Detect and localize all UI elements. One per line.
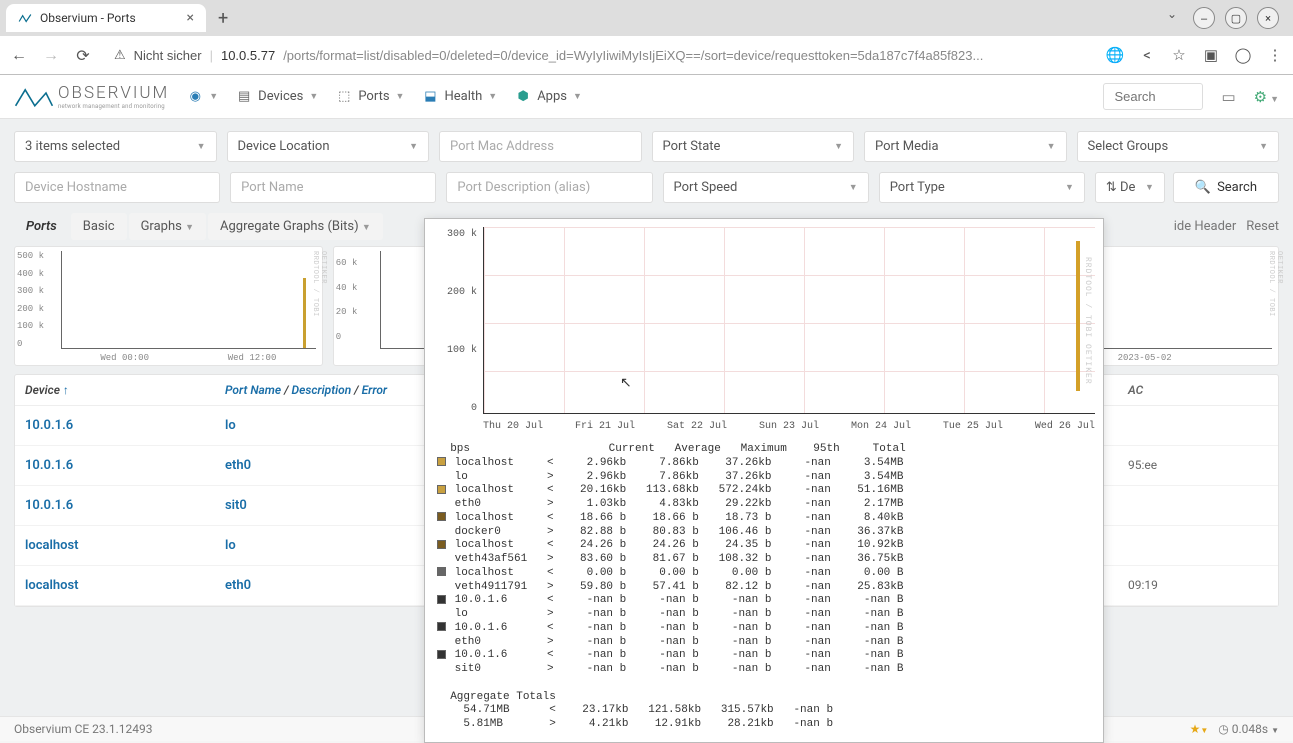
tab-ports[interactable]: Ports [14,213,69,240]
filter-devices[interactable]: 3 items selected▼ [14,131,217,162]
minimize-button[interactable]: ‒ [1193,7,1215,29]
tab-basic[interactable]: Basic [71,213,127,240]
logo-text: OBSERVIUM [58,83,169,103]
port-icon: ⬚ [336,89,352,105]
toolbar-icons: 🌐 < ☆ ▣ ◯ ⋮ [1105,46,1285,64]
timer-badge[interactable]: ◷ 0.048s ▼ [1218,722,1279,736]
rrdtool-watermark: RRDTOOL / TOBI OETIKER [311,251,320,347]
device-link[interactable]: 10.0.1.6 [25,418,73,433]
filter-mac[interactable]: Port Mac Address [439,131,642,162]
port-link[interactable]: eth0 [225,578,251,593]
forward-button[interactable]: → [40,44,62,66]
maximize-button[interactable]: ▢ [1225,7,1247,29]
filter-row-1: 3 items selected▼ Device Location▼ Port … [14,131,1279,162]
tooltip-legend: bps Current Average Maximum 95th Total l… [433,441,1095,734]
device-link[interactable]: localhost [25,538,79,553]
nav-search[interactable] [1103,83,1203,110]
search-input[interactable] [1103,83,1203,110]
device-link[interactable]: localhost [25,578,79,593]
share-icon[interactable]: < [1137,46,1157,64]
filter-sort[interactable]: ⇅ De▼ [1095,172,1165,203]
mac-cell: 95:ee [1128,458,1268,473]
rrdtool-watermark: RRDTOOL / TOBI OETIKER [1267,251,1276,347]
search-icon: 🔍 [1195,180,1211,195]
display-icon[interactable]: ▭ [1221,88,1235,106]
filter-type[interactable]: Port Type▼ [879,172,1085,203]
sort-device[interactable]: Device [25,383,60,397]
url-field[interactable]: ⚠ Nicht sicher | 10.0.5.77/ports/format=… [104,44,1095,66]
sort-icon: ⇅ [1106,180,1117,195]
observium-favicon-icon [18,11,32,25]
tab-bar: Observium - Ports × + ⌄ ‒ ▢ × [0,0,1293,36]
health-icon: ⬓ [422,89,438,105]
star-icon[interactable]: ★▼ [1190,722,1209,736]
filter-location[interactable]: Device Location▼ [227,131,430,162]
filter-state[interactable]: Port State▼ [652,131,855,162]
tooltip-chart: 300 k 200 k 100 k 0 Thu 20 JulFri 21 Jul… [433,227,1095,437]
filter-row-2: Device Hostname Port Name Port Descripti… [14,172,1279,203]
mac-cell: 09:19 [1128,578,1268,593]
mac-cell [1128,538,1268,553]
globe-icon: ◉ [187,89,203,105]
logo-subtitle: network management and monitoring [58,103,169,110]
nav-ports[interactable]: ⬚Ports▼ [336,89,404,105]
chart-spike [1076,241,1080,391]
url-path: /ports/format=list/disabled=0/deleted=0/… [283,48,983,63]
port-link[interactable]: eth0 [225,458,251,473]
chevron-down-icon[interactable]: ⌄ [1167,7,1177,29]
filter-media[interactable]: Port Media▼ [864,131,1067,162]
apps-icon: ⬢ [515,89,531,105]
extensions-icon[interactable]: ▣ [1201,46,1221,64]
filter-groups[interactable]: Select Groups▼ [1077,131,1280,162]
filter-speed[interactable]: Port Speed▼ [663,172,869,203]
close-icon[interactable]: × [187,10,194,26]
device-link[interactable]: 10.0.1.6 [25,498,73,513]
bookmark-icon[interactable]: ☆ [1169,46,1189,64]
reset-link[interactable]: Reset [1246,219,1279,234]
nav-globe[interactable]: ◉▼ [187,89,218,105]
server-icon: ▤ [236,89,252,105]
graph-tooltip: 300 k 200 k 100 k 0 Thu 20 JulFri 21 Jul… [424,218,1104,743]
not-secure-icon: ⚠ [114,47,126,63]
port-link[interactable]: sit0 [225,498,247,513]
nav-devices[interactable]: ▤Devices▼ [236,89,318,105]
filter-hostname[interactable]: Device Hostname [14,172,220,203]
tab-title: Observium - Ports [40,11,136,25]
hide-header-link[interactable]: ide Header [1174,219,1236,234]
device-link[interactable]: 10.0.1.6 [25,458,73,473]
url-host: 10.0.5.77 [221,48,275,63]
observium-logo[interactable]: OBSERVIUM network management and monitor… [14,83,169,110]
translate-icon[interactable]: 🌐 [1105,46,1125,64]
gear-icon[interactable]: ⚙▼ [1254,88,1279,106]
port-link[interactable]: lo [225,418,236,433]
mac-cell [1128,498,1268,513]
rrdtool-watermark: RRDTOOL / TOBI OETIKER [1083,231,1093,410]
browser-chrome: Observium - Ports × + ⌄ ‒ ▢ × ← → ⟳ ⚠ Ni… [0,0,1293,75]
nav-health[interactable]: ⬓Health▼ [422,89,497,105]
filter-description[interactable]: Port Description (alias) [446,172,652,203]
tab-aggregate[interactable]: Aggregate Graphs (Bits) ▼ [208,213,383,240]
search-button[interactable]: 🔍Search [1173,172,1279,203]
mac-cell [1128,418,1268,433]
port-link[interactable]: lo [225,538,236,553]
reload-button[interactable]: ⟳ [72,44,94,66]
sort-descr[interactable]: Description [292,383,352,397]
filter-portname[interactable]: Port Name [230,172,436,203]
close-window-button[interactable]: × [1257,7,1279,29]
tab-graphs[interactable]: Graphs ▼ [129,213,206,240]
nav-apps[interactable]: ⬢Apps▼ [515,89,582,105]
mini-graph-1[interactable]: 500 k 400 k 300 k 200 k 100 k 0 Wed 00:0… [14,246,323,366]
address-bar: ← → ⟳ ⚠ Nicht sicher | 10.0.5.77/ports/f… [0,36,1293,74]
new-tab-button[interactable]: + [210,8,236,29]
version-text: Observium CE 23.1.12493 [14,722,152,736]
app-nav: OBSERVIUM network management and monitor… [0,75,1293,119]
menu-icon[interactable]: ⋮ [1265,46,1285,64]
window-controls: ⌄ ‒ ▢ × [1167,7,1287,29]
sort-portname[interactable]: Port Name [225,383,281,397]
back-button[interactable]: ← [8,44,30,66]
security-label: Nicht sicher [134,48,202,63]
sort-errors[interactable]: Error [362,383,388,397]
profile-icon[interactable]: ◯ [1233,46,1253,64]
browser-tab[interactable]: Observium - Ports × [6,4,206,32]
